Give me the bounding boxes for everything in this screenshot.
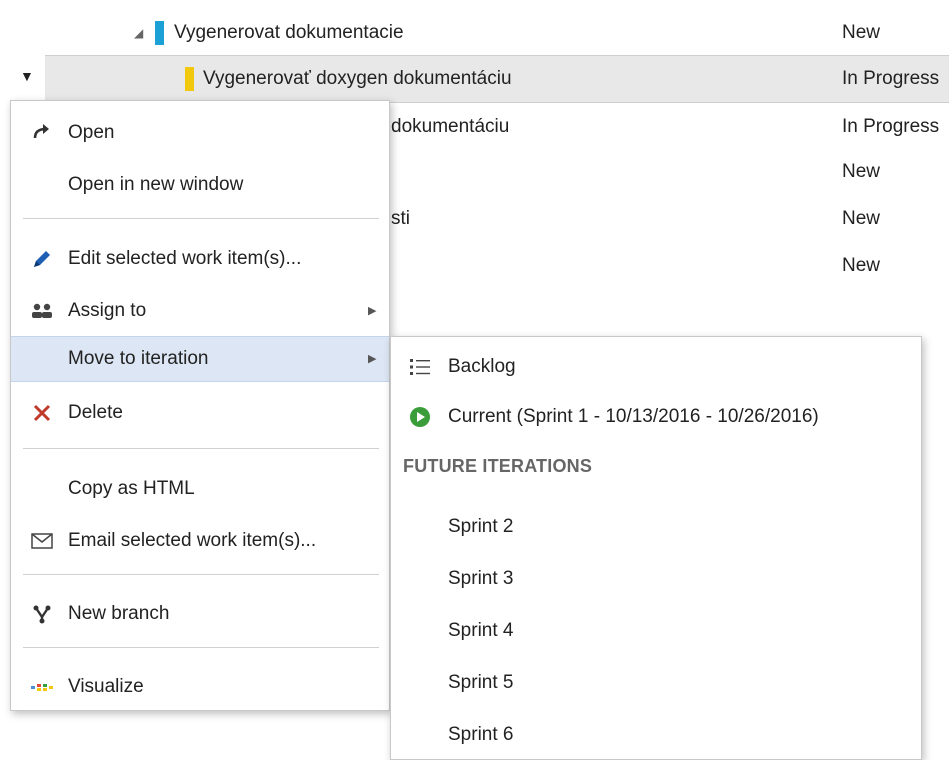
iteration-label: Sprint 4 (448, 620, 514, 641)
future-iterations-header: FUTURE ITERATIONS (403, 456, 593, 476)
work-item-color-bar (155, 21, 164, 45)
list-icon (407, 344, 433, 390)
submenu-arrow-icon: ▶ (368, 353, 377, 365)
iteration-label: Current (Sprint 1 - 10/13/2016 - 10/26/2… (448, 406, 819, 427)
work-item-state: In Progress (842, 116, 940, 137)
menu-item-label: Visualize (68, 676, 144, 697)
redo-arrow-icon (29, 110, 55, 156)
menu-item-edit[interactable]: Edit selected work item(s)... (11, 236, 389, 282)
work-item-title: dokumentáciu (391, 116, 510, 137)
menu-item-label: Delete (68, 402, 123, 423)
work-item-title: Vygenerovať doxygen dokumentáciu (203, 68, 512, 89)
iteration-label: Sprint 6 (448, 724, 514, 745)
menu-item-move-to-iteration[interactable]: Move to iteration ▶ (11, 336, 389, 382)
iteration-label: Sprint 3 (448, 568, 514, 589)
menu-separator (23, 218, 379, 219)
work-item-row[interactable]: ◢ Vygenerovat dokumentacie New (0, 10, 949, 56)
iteration-backlog[interactable]: Backlog (391, 344, 921, 390)
iteration-sprint[interactable]: Sprint 2 (391, 504, 921, 550)
work-item-state: New (842, 255, 881, 276)
work-item-state: New (842, 161, 881, 182)
collapse-triangle-icon[interactable]: ◢ (134, 26, 143, 40)
menu-separator (23, 574, 379, 575)
iteration-label: Sprint 2 (448, 516, 514, 537)
iteration-sprint[interactable]: Sprint 4 (391, 608, 921, 654)
pencil-icon (29, 236, 55, 282)
context-menu: Open Open in new window Edit selected wo… (10, 100, 390, 711)
menu-item-open[interactable]: Open (11, 110, 389, 156)
iteration-current[interactable]: Current (Sprint 1 - 10/13/2016 - 10/26/2… (391, 394, 921, 440)
work-item-title: sti (391, 208, 410, 229)
people-icon (29, 288, 55, 334)
menu-separator (23, 448, 379, 449)
work-item-color-bar (185, 67, 194, 91)
menu-item-new-branch[interactable]: New branch (11, 591, 389, 637)
menu-item-label: Edit selected work item(s)... (68, 248, 302, 269)
envelope-icon (29, 518, 55, 564)
menu-item-label: Copy as HTML (68, 478, 195, 499)
menu-item-email[interactable]: Email selected work item(s)... (11, 518, 389, 564)
menu-item-label: Open in new window (68, 174, 244, 195)
menu-item-label: New branch (68, 603, 170, 624)
iteration-label: Sprint 5 (448, 672, 514, 693)
work-item-state: New (842, 22, 881, 43)
menu-item-copy-as-html[interactable]: Copy as HTML (11, 466, 389, 512)
iteration-submenu: Backlog Current (Sprint 1 - 10/13/2016 -… (390, 336, 922, 760)
menu-item-label: Open (68, 122, 115, 143)
work-item-state: In Progress (842, 68, 940, 89)
menu-item-open-new-window[interactable]: Open in new window (11, 162, 389, 208)
play-circle-icon (407, 394, 433, 440)
menu-item-label: Assign to (68, 300, 147, 321)
menu-separator (23, 647, 379, 648)
iteration-sprint[interactable]: Sprint 3 (391, 556, 921, 602)
visualize-icon (29, 664, 55, 710)
menu-item-label: Email selected work item(s)... (68, 530, 317, 551)
iteration-label: Backlog (448, 356, 516, 377)
branch-icon (29, 591, 55, 637)
menu-item-delete[interactable]: Delete (11, 390, 389, 436)
menu-item-visualize[interactable]: Visualize (11, 664, 389, 710)
work-item-state: New (842, 208, 881, 229)
x-icon (29, 390, 55, 436)
submenu-arrow-icon: ▶ (368, 305, 377, 317)
iteration-sprint[interactable]: Sprint 5 (391, 660, 921, 706)
iteration-sprint[interactable]: Sprint 6 (391, 712, 921, 758)
menu-item-label: Move to iteration (68, 348, 209, 369)
work-item-title: Vygenerovat dokumentacie (174, 22, 404, 43)
menu-item-assign-to[interactable]: Assign to ▶ (11, 288, 389, 334)
work-item-row-selected[interactable]: Vygenerovať doxygen dokumentáciu In Prog… (45, 55, 949, 103)
row-context-arrow-icon[interactable]: ▼ (20, 68, 34, 84)
